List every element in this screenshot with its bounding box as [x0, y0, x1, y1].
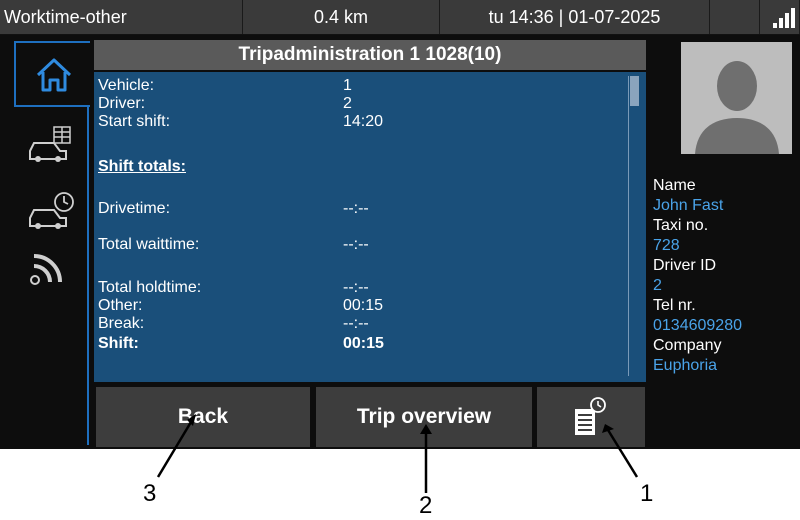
scrollbar-thumb[interactable] — [630, 76, 639, 106]
home-icon — [36, 58, 72, 92]
signal-strength-icon — [760, 0, 800, 34]
row-value: --:-- — [343, 236, 369, 253]
company-label: Company — [653, 337, 722, 354]
taxi-terminal-screen: Worktime-other 0.4 km tu 14:36 | 01-07-2… — [0, 0, 800, 449]
row-label: Other: — [98, 297, 143, 314]
row-label: Shift: — [98, 335, 139, 352]
print-report-button[interactable] — [537, 387, 645, 447]
status-empty-cell — [710, 0, 760, 34]
avatar — [681, 42, 792, 154]
company-name: Euphoria — [653, 357, 718, 374]
trip-admin-content: Vehicle: 1 Driver: 2 Start shift: 14:20 … — [94, 72, 646, 382]
car-clock-icon — [29, 192, 74, 229]
nav-connection-button[interactable] — [14, 240, 82, 306]
distance-status: 0.4 km — [243, 0, 440, 34]
car-list-icon — [29, 126, 71, 162]
driver-id-label: Driver ID — [653, 257, 717, 274]
nav-trips-button[interactable] — [14, 113, 82, 179]
document-clock-icon — [575, 397, 606, 435]
row-label: Total waittime: — [98, 236, 200, 253]
row-value: --:-- — [343, 315, 369, 332]
name-label: Name — [653, 177, 696, 194]
scrollbar[interactable] — [628, 76, 639, 376]
nav-home-button[interactable] — [14, 41, 90, 107]
driver-id: 2 — [653, 277, 662, 294]
page-title: Tripadministration 1 1028(10) — [94, 40, 646, 70]
row-label: Drivetime: — [98, 200, 171, 217]
tel-label: Tel nr. — [653, 297, 696, 314]
row-label: Break: — [98, 315, 145, 332]
signal-icon — [30, 254, 62, 285]
row-label: Start shift: — [98, 113, 171, 130]
driver-name: John Fast — [653, 197, 724, 214]
taxi-no: 728 — [653, 237, 680, 254]
annotation-number-2: 2 — [419, 492, 433, 519]
person-silhouette-icon — [681, 42, 792, 154]
annotation-number-3: 3 — [143, 480, 157, 507]
row-value: 00:15 — [343, 335, 384, 352]
row-label: Driver: — [98, 95, 146, 112]
section-title: Shift totals: — [98, 158, 186, 175]
taxi-no-label: Taxi no. — [653, 217, 709, 234]
row-value: 2 — [343, 95, 352, 112]
row-label: Vehicle: — [98, 77, 155, 94]
row-value: 14:20 — [343, 113, 384, 130]
row-label: Total holdtime: — [98, 279, 202, 296]
row-value: 00:15 — [343, 297, 384, 314]
datetime-status: tu 14:36 | 01-07-2025 — [440, 0, 710, 34]
back-button[interactable]: Back — [96, 387, 310, 447]
row-value: --:-- — [343, 200, 369, 217]
row-value: --:-- — [343, 279, 369, 296]
work-mode-status: Worktime-other — [0, 0, 243, 34]
left-navigation — [0, 35, 94, 449]
nav-worktime-button[interactable] — [14, 180, 82, 246]
tel-number: 0134609280 — [653, 317, 742, 334]
row-value: 1 — [343, 77, 352, 94]
status-bar: Worktime-other 0.4 km tu 14:36 | 01-07-2… — [0, 0, 800, 35]
driver-info-panel: Name John Fast Taxi no. 728 Driver ID 2 … — [648, 35, 800, 449]
annotation-number-1: 1 — [640, 480, 654, 507]
trip-overview-button[interactable]: Trip overview — [316, 387, 532, 447]
